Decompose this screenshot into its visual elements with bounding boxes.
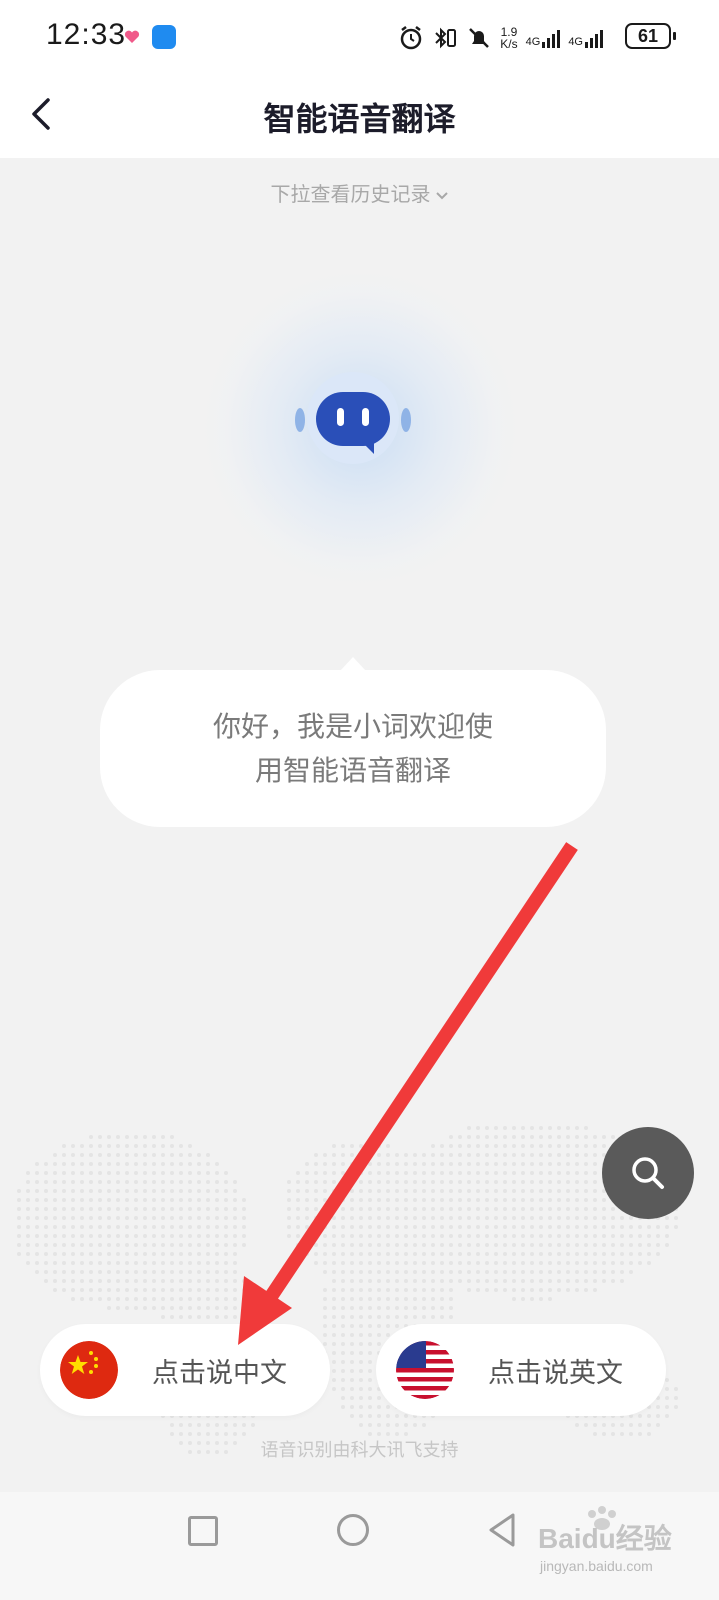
signal-2-bars-icon (585, 28, 603, 48)
speed-unit: K/s (500, 37, 518, 51)
china-flag-icon (60, 1341, 118, 1399)
home-button[interactable] (337, 1514, 369, 1546)
recent-apps-button[interactable] (188, 1516, 218, 1546)
bubble-line-2: 用智能语音翻译 (254, 753, 451, 787)
speak-english-label: 点击说英文 (488, 1357, 623, 1389)
speak-chinese-button[interactable]: 点击说中文 (40, 1324, 330, 1416)
credit-text: 语音识别由科大讯飞支持 (260, 1440, 459, 1461)
heart-app-icon (124, 30, 140, 43)
signal-2: 4G (568, 28, 603, 48)
bubble-line-1: 你好，我是小词欢迎使 (212, 709, 493, 743)
system-nav-bar: Baidu经验 jingyan.baidu.com (0, 1492, 719, 1600)
robot-assistant-icon[interactable] (294, 372, 412, 468)
network-speed: 1.9 K/s (500, 26, 517, 50)
nav-back-icon[interactable] (487, 1512, 517, 1548)
weather-app-icon (152, 25, 176, 49)
status-time: 12:33 (46, 18, 127, 51)
bluetooth-battery-icon (435, 27, 457, 49)
welcome-bubble: 你好，我是小词欢迎使 用智能语音翻译 (100, 657, 606, 827)
app-header: 智能语音翻译 (0, 78, 719, 158)
history-hint-label: 下拉查看历史记录 (270, 182, 431, 206)
chevron-down-icon (435, 191, 448, 199)
page-title: 智能语音翻译 (263, 100, 456, 138)
history-hint[interactable]: 下拉查看历史记录 (0, 178, 719, 207)
signal-1-bars-icon (542, 28, 561, 48)
signal-1: 4G (526, 28, 561, 48)
mute-bell-icon (469, 28, 490, 48)
alarm-icon (401, 26, 422, 50)
search-icon (632, 1157, 664, 1189)
usa-flag-icon (396, 1341, 454, 1399)
watermark-url: jingyan.baidu.com (540, 1558, 653, 1574)
baidu-watermark-logo: Baidu经验 (538, 1506, 672, 1554)
battery-indicator: 61 (625, 23, 676, 49)
status-bar: 12:33 1.9 K/s 4G 4G 61 (0, 0, 719, 78)
search-button[interactable] (602, 1127, 694, 1219)
speak-english-button[interactable]: 点击说英文 (376, 1324, 666, 1416)
signal-1-label: 4G (525, 36, 541, 48)
status-icons: 1.9 K/s 4G 4G (398, 20, 661, 56)
watermark-brand: Baidu经验 (538, 1522, 672, 1554)
signal-2-label: 4G (568, 36, 583, 48)
speak-chinese-label: 点击说中文 (152, 1357, 287, 1389)
